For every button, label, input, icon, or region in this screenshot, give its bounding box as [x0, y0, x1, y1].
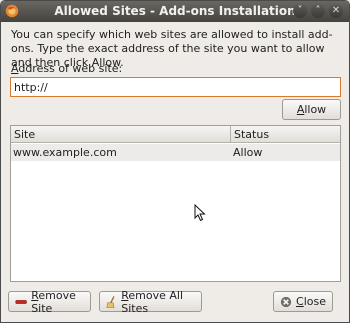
address-label: Address of web site:	[11, 62, 122, 75]
close-button[interactable]: Close	[273, 291, 333, 312]
allow-button-rest: llow	[304, 103, 327, 116]
sites-list[interactable]: Site Status www.example.com Allow	[10, 125, 341, 282]
mouse-cursor-icon	[194, 204, 206, 222]
remove-all-sites-label: Remove All Sites	[121, 289, 195, 315]
remove-site-label: Remove Site	[31, 289, 84, 315]
maximize-button[interactable]: ˄	[311, 4, 325, 18]
dialog-content: You can specify which web sites are allo…	[1, 22, 349, 322]
column-header-status[interactable]: Status	[234, 128, 269, 141]
column-header-site[interactable]: Site	[14, 128, 35, 141]
table-row[interactable]: www.example.com Allow	[11, 144, 340, 161]
close-window-button[interactable]: ✕	[329, 4, 343, 18]
remove-minus-icon	[15, 299, 27, 304]
close-button-rest: lose	[303, 295, 326, 308]
status-cell: Allow	[233, 146, 263, 159]
remove-site-button[interactable]: Remove Site	[8, 289, 91, 315]
remove-all-sites-rest: emove All Sites	[121, 288, 183, 315]
site-cell: www.example.com	[13, 146, 117, 159]
title-bar[interactable]: Allowed Sites - Add-ons Installation ˅ ˄…	[1, 1, 349, 22]
list-header: Site Status	[11, 126, 340, 143]
address-label-rest: ddress of web site:	[18, 62, 123, 75]
close-button-label: Close	[296, 295, 326, 308]
close-x-icon	[280, 296, 292, 307]
remove-site-rest: emove Site	[31, 288, 76, 315]
remove-all-sites-button[interactable]: Remove All Sites	[99, 289, 202, 315]
allowed-sites-dialog: Allowed Sites - Add-ons Installation ˅ ˄…	[0, 0, 350, 323]
column-separator	[230, 126, 231, 143]
allow-button-label: Allow	[297, 103, 326, 116]
minimize-button[interactable]: ˅	[293, 4, 307, 18]
broom-icon	[106, 295, 115, 308]
allow-button[interactable]: Allow	[282, 99, 341, 120]
address-input[interactable]	[10, 77, 341, 97]
close-button-mnemonic: C	[296, 295, 304, 308]
